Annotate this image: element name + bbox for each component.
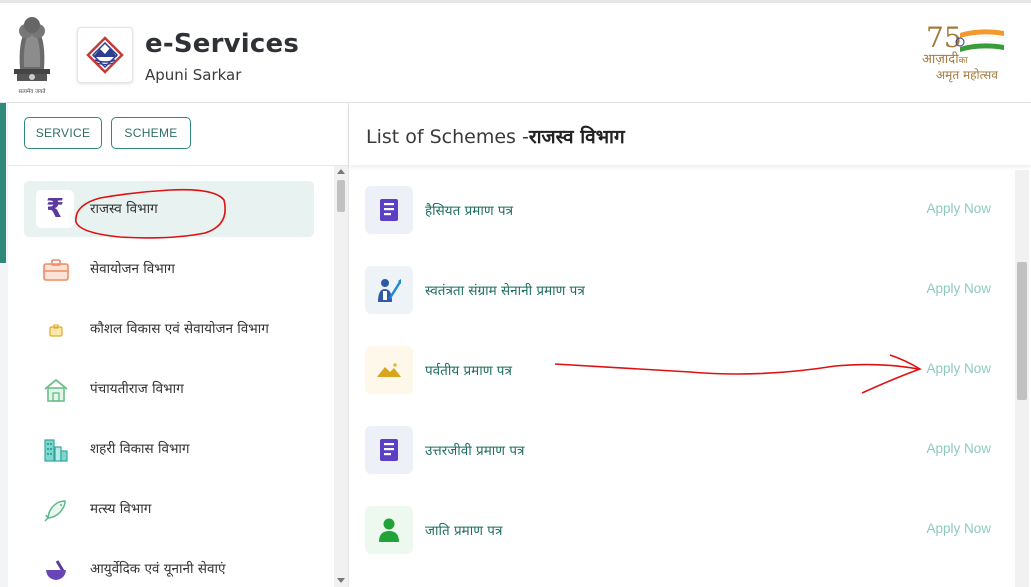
uttarakhand-logo[interactable] <box>77 27 133 83</box>
scheme-label: पर्वतीय प्रमाण पत्र <box>425 363 512 379</box>
fish-icon <box>38 495 74 525</box>
scheme-list: हैसियत प्रमाण पत्र Apply Now स्वतंत्रता … <box>349 170 1015 587</box>
azadi-text: आज़ादीका अमृत महोत्सव <box>922 52 998 83</box>
department-item-fisheries[interactable]: मत्स्य विभाग <box>24 481 314 537</box>
apply-now-link[interactable]: Apply Now <box>926 441 991 456</box>
scrollbar-thumb[interactable] <box>1017 262 1027 400</box>
house-icon <box>38 375 74 405</box>
freedom-fighter-icon <box>365 266 413 314</box>
azadi-line-1-small: का <box>958 56 968 66</box>
department-item-revenue[interactable]: ₹ राजस्व विभाग <box>24 181 314 237</box>
schemes-header: List of Schemes -राजस्व विभाग <box>349 103 1031 165</box>
department-label: कौशल विकास एवं सेवायोजन विभाग <box>90 321 269 337</box>
department-label: आयुर्वेदिक एवं यूनानी सेवाएं <box>90 561 226 577</box>
left-accent-bar <box>0 103 6 263</box>
department-item-urban-development[interactable]: शहरी विकास विभाग <box>24 421 314 477</box>
department-label: शहरी विकास विभाग <box>90 441 190 457</box>
apply-now-link[interactable]: Apply Now <box>926 521 991 536</box>
scheme-item[interactable]: पर्वतीय प्रमाण पत्र Apply Now <box>365 340 1005 400</box>
scheme-label: जाति प्रमाण पत्र <box>425 523 503 539</box>
scroll-down-arrow-icon[interactable] <box>337 578 345 583</box>
department-list-scrollbar[interactable] <box>334 166 348 587</box>
national-emblem-icon <box>14 17 50 81</box>
schemes-title-prefix: List of Schemes - <box>366 126 529 148</box>
azadi-line-1: आज़ादी <box>922 52 959 67</box>
scheme-item[interactable]: स्वतंत्रता संग्राम सेनानी प्रमाण पत्र Ap… <box>365 260 1005 320</box>
apply-now-link[interactable]: Apply Now <box>926 361 991 376</box>
schemes-panel: List of Schemes -राजस्व विभाग हैसियत प्र… <box>349 103 1031 587</box>
scroll-up-arrow-icon[interactable] <box>337 169 345 174</box>
service-button[interactable]: SERVICE <box>24 117 102 149</box>
department-panel: SERVICE SCHEME ₹ राजस्व विभाग सेवायोजन व… <box>8 103 349 587</box>
department-item-panchayati-raj[interactable]: पंचायतीराज विभाग <box>24 361 314 417</box>
department-label: राजस्व विभाग <box>90 201 158 217</box>
app-title: e-Services <box>145 29 299 59</box>
apply-now-link[interactable]: Apply Now <box>926 201 991 216</box>
schemes-title-department: राजस्व विभाग <box>528 126 625 148</box>
department-label: मत्स्य विभाग <box>90 501 152 517</box>
department-item-employment[interactable]: सेवायोजन विभाग <box>24 241 314 297</box>
azadi-number: 75 <box>926 21 962 54</box>
department-label: सेवायोजन विभाग <box>90 261 175 277</box>
scheme-list-scrollbar[interactable] <box>1015 170 1029 587</box>
azadi-line-2: अमृत महोत्सव <box>936 68 998 82</box>
briefcase-icon <box>38 255 74 285</box>
scheme-label: हैसियत प्रमाण पत्र <box>425 203 514 219</box>
emblem-caption: सत्यमेव जयते <box>18 89 46 95</box>
scheme-label: स्वतंत्रता संग्राम सेनानी प्रमाण पत्र <box>425 283 585 299</box>
state-logo-icon <box>86 36 124 74</box>
department-label: पंचायतीराज विभाग <box>90 381 184 397</box>
rupee-icon: ₹ <box>36 190 74 228</box>
site-header: सत्यमेव जयते e-Services Apuni Sarkar 75 … <box>0 3 1031 103</box>
certificate-icon <box>365 186 413 234</box>
buildings-icon <box>38 435 74 465</box>
scheme-item[interactable]: हैसियत प्रमाण पत्र Apply Now <box>365 180 1005 240</box>
scheme-item[interactable]: उत्तरजीवी प्रमाण पत्र Apply Now <box>365 420 1005 480</box>
certificate-icon <box>365 426 413 474</box>
scrollbar-thumb[interactable] <box>337 180 345 212</box>
mountain-icon <box>365 346 413 394</box>
department-item-skill-development[interactable]: कौशल विकास एवं सेवायोजन विभाग <box>24 301 314 357</box>
scheme-label: उत्तरजीवी प्रमाण पत्र <box>425 443 525 459</box>
schemes-title: List of Schemes -राजस्व विभाग <box>366 123 625 149</box>
department-item-ayurvedic-unani[interactable]: आयुर्वेदिक एवं यूनानी सेवाएं <box>24 541 314 587</box>
scheme-item[interactable]: जाति प्रमाण पत्र Apply Now <box>365 500 1005 560</box>
mortar-pestle-icon <box>38 555 74 585</box>
department-list: ₹ राजस्व विभाग सेवायोजन विभाग कौशल विकास… <box>8 166 332 587</box>
person-icon <box>365 506 413 554</box>
apply-now-link[interactable]: Apply Now <box>926 281 991 296</box>
app-subtitle: Apuni Sarkar <box>145 66 242 84</box>
small-briefcase-icon <box>38 315 74 345</box>
scheme-button[interactable]: SCHEME <box>111 117 191 149</box>
